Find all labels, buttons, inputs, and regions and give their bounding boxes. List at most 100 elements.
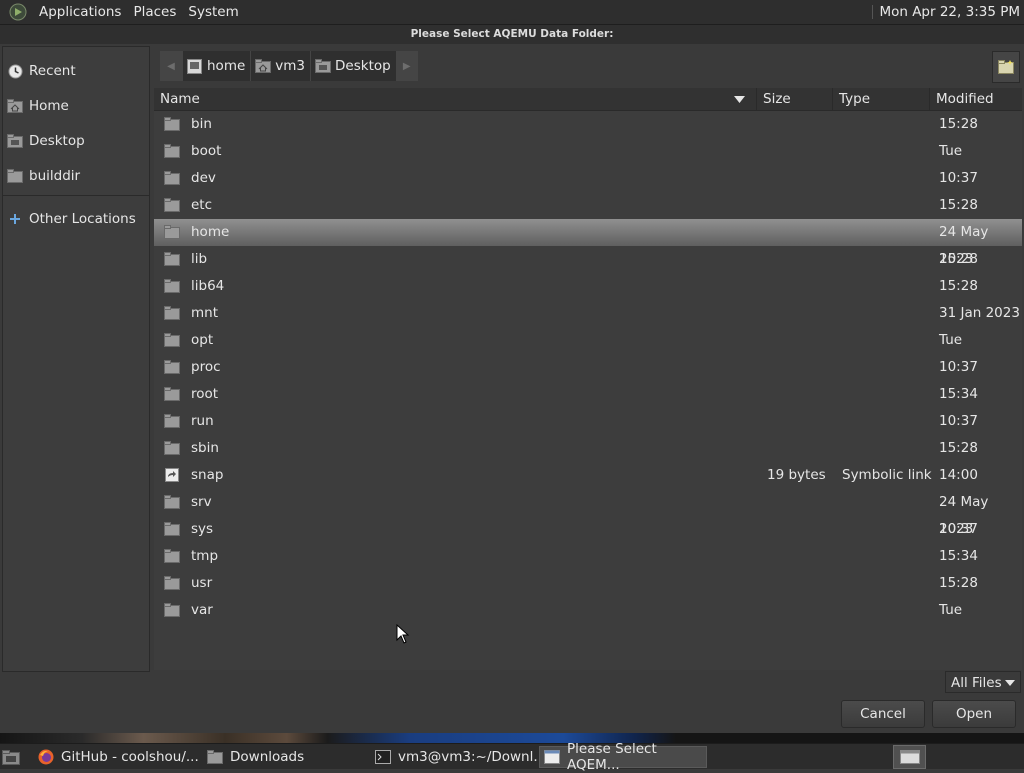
file-name: lib bbox=[191, 251, 208, 267]
column-header-name[interactable]: Name bbox=[154, 88, 757, 110]
places-sidebar: Recent Home Desktop builddir Other Locat… bbox=[2, 46, 150, 672]
path-segment-home[interactable]: home bbox=[182, 51, 251, 81]
file-row-etc[interactable]: etc 15:28 bbox=[154, 192, 1022, 219]
path-forward-arrow-icon[interactable]: ▶ bbox=[395, 51, 418, 81]
folder-icon bbox=[7, 168, 23, 184]
file-filter-combo[interactable]: All Files bbox=[945, 671, 1021, 693]
file-modified: 15:28 bbox=[939, 575, 978, 591]
plus-icon bbox=[7, 211, 23, 227]
terminal-icon bbox=[375, 749, 391, 765]
sidebar-item-label: Other Locations bbox=[29, 211, 136, 227]
file-row-sys[interactable]: sys 10:37 bbox=[154, 516, 1022, 543]
file-row-dev[interactable]: dev 10:37 bbox=[154, 165, 1022, 192]
file-row-srv[interactable]: srv 24 May 2023 bbox=[154, 489, 1022, 537]
sidebar-divider bbox=[3, 195, 149, 196]
folder-icon bbox=[164, 144, 180, 158]
folder-icon bbox=[164, 171, 180, 185]
file-modified: 15:28 bbox=[939, 251, 978, 267]
column-header-modified[interactable]: Modified bbox=[930, 88, 1022, 110]
file-name: var bbox=[191, 602, 213, 618]
file-name: etc bbox=[191, 197, 213, 213]
show-desktop-icon bbox=[2, 749, 20, 765]
folder-icon bbox=[207, 749, 223, 765]
desktop-folder-icon bbox=[7, 133, 23, 149]
column-header-size[interactable]: Size bbox=[757, 88, 833, 110]
folder-icon bbox=[164, 360, 180, 374]
clock-icon bbox=[7, 63, 23, 79]
chevron-down-icon bbox=[1005, 680, 1015, 686]
file-modified: 10:37 bbox=[939, 170, 978, 186]
path-segment-vm3[interactable]: vm3 bbox=[250, 51, 311, 81]
folder-icon bbox=[164, 603, 180, 617]
sidebar-item-desktop[interactable]: Desktop bbox=[3, 126, 149, 156]
applications-menu[interactable]: Applications bbox=[33, 4, 127, 20]
firefox-icon bbox=[38, 749, 54, 765]
file-modified: 15:28 bbox=[939, 116, 978, 132]
file-row-tmp[interactable]: tmp 15:34 bbox=[154, 543, 1022, 570]
file-row-home[interactable]: home 24 May 2023 bbox=[154, 219, 1022, 267]
taskbar-item-dialog[interactable]: Please Select AQEM... bbox=[539, 741, 707, 773]
sidebar-item-label: builddir bbox=[29, 168, 81, 184]
file-row-var[interactable]: var Tue bbox=[154, 597, 1022, 624]
folder-icon bbox=[164, 252, 180, 266]
file-row-root[interactable]: root 15:34 bbox=[154, 381, 1022, 408]
column-header-type[interactable]: Type bbox=[833, 88, 930, 110]
path-segment-label: Desktop bbox=[335, 58, 391, 74]
file-row-bin[interactable]: bin 15:28 bbox=[154, 111, 1022, 138]
file-row-usr[interactable]: usr 15:28 bbox=[154, 570, 1022, 597]
sidebar-item-label: Recent bbox=[29, 63, 76, 79]
file-name: mnt bbox=[191, 305, 218, 321]
file-row-mnt[interactable]: mnt 31 Jan 2023 bbox=[154, 300, 1022, 327]
symlink-file-icon bbox=[164, 468, 180, 482]
file-row-run[interactable]: run 10:37 bbox=[154, 408, 1022, 435]
cancel-button[interactable]: Cancel bbox=[841, 700, 925, 728]
places-menu[interactable]: Places bbox=[127, 4, 182, 20]
system-menu[interactable]: System bbox=[182, 4, 244, 20]
file-modified: 31 Jan 2023 bbox=[939, 305, 1020, 321]
file-name: snap bbox=[191, 467, 224, 483]
folder-icon bbox=[164, 225, 180, 239]
path-segment-label: home bbox=[207, 58, 246, 74]
file-row-lib[interactable]: lib 15:28 bbox=[154, 246, 1022, 273]
file-row-proc[interactable]: proc 10:37 bbox=[154, 354, 1022, 381]
taskbar-item-terminal[interactable]: vm3@vm3:~/Downl... bbox=[371, 746, 546, 768]
sidebar-item-label: Desktop bbox=[29, 133, 85, 149]
clock[interactable]: Mon Apr 22, 3:35 PM bbox=[879, 4, 1024, 20]
file-row-sbin[interactable]: sbin 15:28 bbox=[154, 435, 1022, 462]
folder-icon bbox=[164, 522, 180, 536]
bottom-panel: GitHub - coolshou/... Downloads vm3@vm3:… bbox=[0, 741, 1024, 773]
sort-descending-icon bbox=[734, 96, 745, 103]
file-name: run bbox=[191, 413, 214, 429]
folder-icon bbox=[164, 333, 180, 347]
path-bar: ◀ home vm3 Desktop ▶ bbox=[160, 51, 418, 81]
mouse-pointer-icon bbox=[396, 624, 410, 644]
file-row-boot[interactable]: boot Tue bbox=[154, 138, 1022, 165]
folder-icon bbox=[164, 549, 180, 563]
open-button[interactable]: Open bbox=[932, 700, 1016, 728]
sidebar-item-recent[interactable]: Recent bbox=[3, 56, 149, 86]
file-chooser-dialog: Recent Home Desktop builddir Other Locat… bbox=[0, 44, 1024, 739]
sidebar-item-home[interactable]: Home bbox=[3, 91, 149, 121]
file-name: opt bbox=[191, 332, 214, 348]
mate-logo-icon[interactable] bbox=[9, 3, 27, 21]
sidebar-item-other-locations[interactable]: Other Locations bbox=[3, 204, 149, 234]
path-segment-desktop[interactable]: Desktop bbox=[310, 51, 396, 81]
folder-icon bbox=[164, 117, 180, 131]
file-row-opt[interactable]: opt Tue bbox=[154, 327, 1022, 354]
sidebar-item-builddir[interactable]: builddir bbox=[3, 161, 149, 191]
create-folder-button[interactable] bbox=[992, 51, 1020, 83]
file-row-lib64[interactable]: lib64 15:28 bbox=[154, 273, 1022, 300]
file-modified: 15:28 bbox=[939, 197, 978, 213]
file-modified: 15:28 bbox=[939, 278, 978, 294]
file-row-snap[interactable]: snap 19 bytes Symbolic link 14:00 bbox=[154, 462, 1022, 489]
show-desktop-button[interactable] bbox=[0, 746, 22, 768]
taskbar-item-github[interactable]: GitHub - coolshou/... bbox=[34, 746, 202, 768]
taskbar-item-downloads[interactable]: Downloads bbox=[203, 746, 371, 768]
file-list: Name Size Type Modified bin 15:28 boot Tue d… bbox=[154, 88, 1022, 670]
workspace-switcher[interactable] bbox=[893, 745, 926, 769]
file-size: 19 bytes bbox=[767, 467, 826, 483]
file-name: sys bbox=[191, 521, 214, 537]
path-back-arrow-icon[interactable]: ◀ bbox=[160, 51, 182, 81]
file-modified: 15:34 bbox=[939, 548, 978, 564]
folder-icon bbox=[164, 576, 180, 590]
